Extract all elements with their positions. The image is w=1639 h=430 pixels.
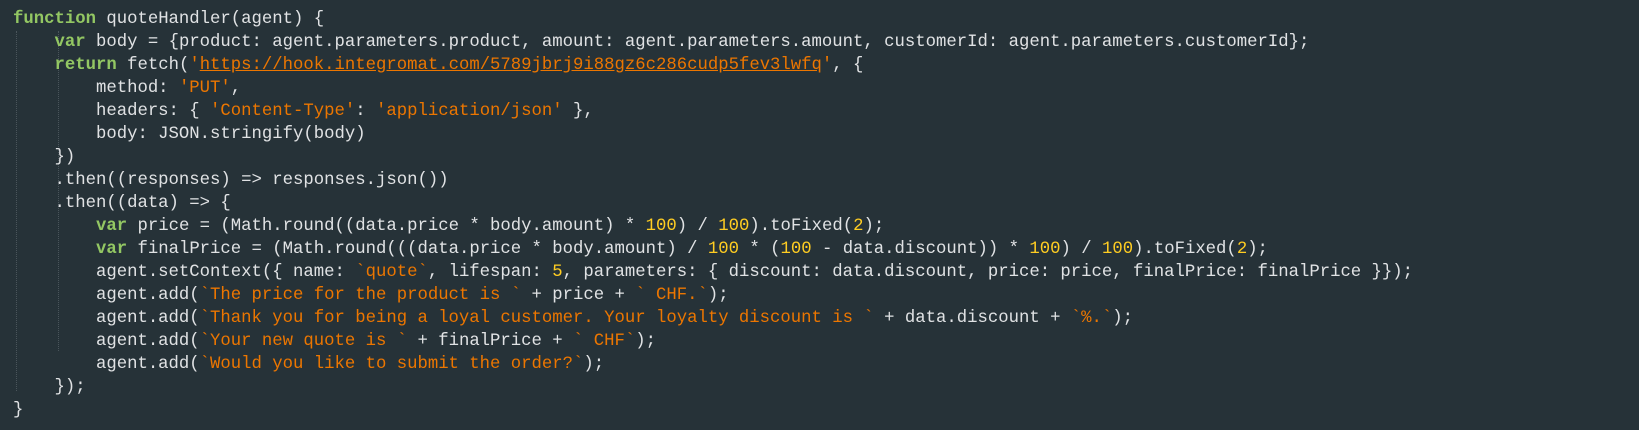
code-text: }, — [562, 102, 594, 121]
code-text: finalPrice = (Math.round(((data.price * … — [127, 240, 708, 259]
string-token: ` CHF` — [573, 332, 636, 351]
code-line[interactable]: agent.add(`Would you like to submit the … — [13, 353, 1639, 376]
code-text: price = (Math.round((data.price * body.a… — [127, 217, 646, 236]
number-token: 5 — [552, 263, 563, 282]
code-text: ); — [863, 217, 885, 236]
code-line[interactable]: agent.add(`The price for the product is … — [13, 284, 1639, 307]
code-text: headers: { — [13, 102, 211, 121]
code-text: fetch( — [116, 56, 190, 75]
code-text: - data.discount)) * — [811, 240, 1030, 259]
number-token: 100 — [1029, 240, 1061, 259]
code-text: ); — [583, 355, 605, 374]
code-text: agent.setContext({ name: — [13, 263, 356, 282]
code-line[interactable]: agent.setContext({ name: `quote`, lifesp… — [13, 261, 1639, 284]
code-text: body: JSON.stringify(body) — [13, 125, 366, 144]
code-text: }) — [13, 148, 76, 167]
code-line[interactable]: agent.add(`Thank you for being a loyal c… — [13, 307, 1639, 330]
code-line[interactable]: return fetch('https://hook.integromat.co… — [13, 54, 1639, 77]
string-token: ' — [821, 56, 833, 75]
code-text: ).toFixed( — [1133, 240, 1237, 259]
code-line[interactable]: method: 'PUT', — [13, 77, 1639, 100]
code-text: , parameters: { discount: data.discount,… — [562, 263, 1414, 282]
code-text: body = {product: agent.parameters.produc… — [85, 33, 1310, 52]
string-token: 'PUT' — [178, 79, 231, 98]
number-token: 100 — [707, 240, 739, 259]
code-text: : — [355, 102, 376, 121]
code-line[interactable]: .then((data) => { — [13, 192, 1639, 215]
code-text: ); — [707, 286, 729, 305]
number-token: 100 — [718, 217, 750, 236]
string-token: `The price for the product is ` — [199, 286, 522, 305]
string-token: ' — [189, 56, 200, 75]
string-token: `Would you like to submit the order?` — [199, 355, 584, 374]
string-token: `Your new quote is ` — [199, 332, 408, 351]
code-line[interactable]: var finalPrice = (Math.round(((data.pric… — [13, 238, 1639, 261]
code-line[interactable]: agent.add(`Your new quote is ` + finalPr… — [13, 330, 1639, 353]
code-text: ) / — [1060, 240, 1102, 259]
number-token: 2 — [853, 217, 864, 236]
code-line[interactable]: function quoteHandler(agent) { — [13, 8, 1639, 31]
keyword-token: return — [54, 56, 117, 75]
code-text: , { — [832, 56, 864, 75]
url-link[interactable]: https://hook.integromat.com/5789jbrj9i88… — [200, 56, 822, 75]
code-text: * ( — [738, 240, 781, 259]
code-text: + finalPrice + — [407, 332, 574, 351]
string-token: 'application/json' — [375, 102, 563, 121]
code-text: agent.add( — [13, 309, 200, 328]
code-editor[interactable]: function quoteHandler(agent) { var body … — [0, 0, 1639, 430]
code-text: ); — [635, 332, 657, 351]
code-lines[interactable]: function quoteHandler(agent) { var body … — [13, 8, 1639, 422]
number-token: 100 — [1101, 240, 1134, 259]
code-text: , lifespan: — [427, 263, 553, 282]
code-line[interactable]: body: JSON.stringify(body) — [13, 123, 1639, 146]
number-token: 2 — [1236, 240, 1248, 259]
string-token: `quote` — [355, 263, 428, 282]
code-text: agent.add( — [13, 332, 200, 351]
code-text: + price + — [521, 286, 636, 305]
code-text: .then((responses) => responses.json()) — [13, 171, 449, 190]
code-text: ).toFixed( — [749, 217, 854, 236]
string-token: 'Content-Type' — [210, 102, 356, 121]
code-text: method: — [13, 79, 179, 98]
code-text: agent.add( — [13, 286, 200, 305]
number-token: 100 — [645, 217, 677, 236]
code-line[interactable]: .then((responses) => responses.json()) — [13, 169, 1639, 192]
code-text: , — [230, 79, 242, 98]
code-text: ); — [1112, 309, 1134, 328]
code-text: quoteHandler(agent) { — [95, 10, 325, 29]
code-line[interactable]: }); — [13, 376, 1639, 399]
code-text: + data.discount + — [873, 309, 1071, 328]
string-token: `Thank you for being a loyal customer. Y… — [199, 309, 874, 328]
number-token: 100 — [780, 240, 812, 259]
code-line[interactable]: headers: { 'Content-Type': 'application/… — [13, 100, 1639, 123]
string-token: `%.` — [1070, 309, 1113, 328]
code-text: agent.add( — [13, 355, 200, 374]
code-line[interactable]: var body = {product: agent.parameters.pr… — [13, 31, 1639, 54]
code-text: }); — [13, 378, 86, 397]
keyword-token: var — [95, 240, 128, 259]
code-line[interactable]: }) — [13, 146, 1639, 169]
code-line[interactable]: } — [13, 399, 1639, 422]
keyword-token: function — [13, 10, 96, 29]
code-text: ) / — [676, 217, 719, 236]
keyword-token: var — [95, 217, 128, 236]
code-line[interactable]: var price = (Math.round((data.price * bo… — [13, 215, 1639, 238]
code-text: .then((data) => { — [13, 194, 231, 213]
keyword-token: var — [54, 33, 86, 52]
string-token: ` CHF.` — [635, 286, 708, 305]
code-text: } — [13, 401, 24, 420]
code-text: ); — [1247, 240, 1268, 259]
